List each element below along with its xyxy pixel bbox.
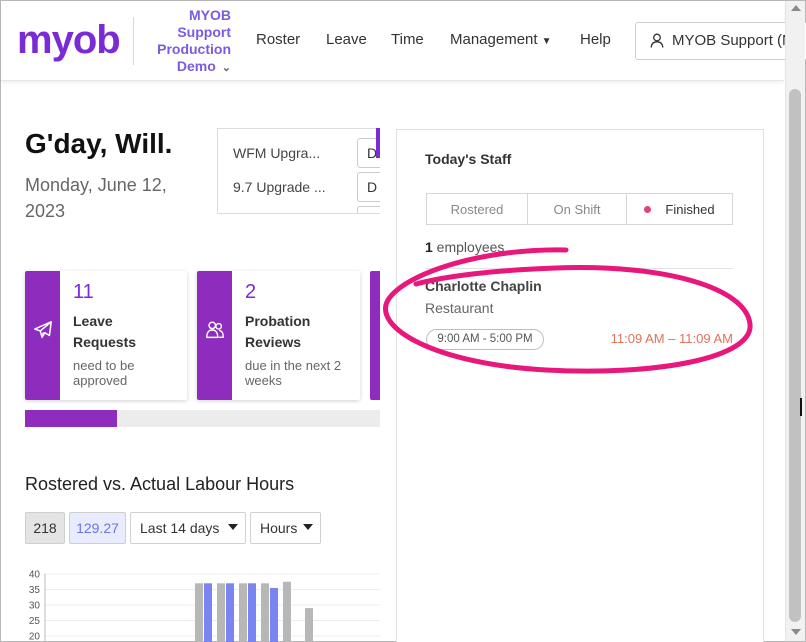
rostered-bar[interactable]: [195, 583, 203, 642]
notice-button[interactable]: [357, 206, 380, 213]
airplane-icon: [34, 321, 52, 339]
org-selector[interactable]: MYOB Support Production Demo ⌄: [141, 7, 231, 77]
notice-button[interactable]: D: [357, 172, 380, 202]
tile-subtitle: due in the next 2 weeks: [245, 358, 342, 388]
tile-side-bar: [197, 271, 232, 400]
user-menu-button[interactable]: MYOB Support (M: [635, 22, 806, 60]
user-label: MYOB Support (M: [672, 32, 795, 49]
nav-roster[interactable]: Roster: [256, 31, 300, 48]
labour-chart-title: Rostered vs. Actual Labour Hours: [25, 474, 295, 494]
tab-finished[interactable]: Finished: [626, 193, 733, 225]
scroll-thumb[interactable]: [789, 89, 801, 622]
y-tick-label: 40: [29, 570, 41, 581]
rostered-bar[interactable]: [261, 583, 269, 642]
tiles-carousel-progress: [25, 410, 380, 427]
caret-down-icon: [228, 524, 238, 530]
notice-accent-bar: [376, 128, 380, 158]
caret-down-icon: ▼: [541, 36, 552, 47]
actual-bar[interactable]: [270, 587, 278, 642]
unit-dropdown[interactable]: Hours: [250, 512, 321, 544]
caret-down-icon: [303, 524, 313, 530]
rostered-bar[interactable]: [217, 583, 225, 642]
tile-count: 2: [245, 281, 257, 303]
probation-reviews-tile[interactable]: 2 Probation Reviews due in the next 2 we…: [197, 271, 360, 400]
mouse-cursor: [800, 398, 806, 416]
labour-hours-chart: 40 35 30 25 20: [29, 570, 380, 642]
y-tick-label: 35: [29, 585, 41, 596]
tile-title: Leave Requests: [73, 313, 137, 350]
leave-requests-tile[interactable]: 11 Leave Requests need to be approved: [25, 271, 187, 400]
page-title: G'day, Will.: [25, 128, 173, 159]
current-date: Monday, June 12, 2023: [25, 175, 167, 221]
nav-time[interactable]: Time: [391, 31, 424, 48]
nav-help[interactable]: Help: [580, 31, 611, 48]
staff-panel-title: Today's Staff: [425, 151, 512, 167]
nav-management-label: Management: [450, 31, 538, 48]
notice-text[interactable]: 9.7 Upgrade ...: [233, 179, 326, 195]
progress-fill: [25, 410, 118, 427]
tab-finished-label: Finished: [665, 202, 715, 217]
actual-bar[interactable]: [204, 583, 212, 642]
nav-management[interactable]: Management ▼: [450, 31, 551, 48]
scroll-down-arrow-icon[interactable]: [791, 629, 801, 635]
tab-on-shift[interactable]: On Shift: [527, 193, 627, 225]
actual-bar[interactable]: [226, 583, 234, 642]
org-name: MYOB Support Production Demo: [157, 7, 231, 74]
y-tick-label: 20: [29, 632, 41, 642]
user-icon: [650, 33, 664, 48]
active-dot-icon: [644, 206, 652, 213]
highlight-circle-annotation: [383, 247, 753, 374]
rostered-bar[interactable]: [305, 608, 313, 642]
scroll-up-arrow-icon[interactable]: [791, 5, 801, 11]
y-tick-label: 25: [29, 616, 41, 627]
y-tick-label: 30: [29, 601, 41, 612]
tab-rostered[interactable]: Rostered: [426, 193, 528, 225]
people-icon: [206, 321, 224, 339]
tile-side-bar: [25, 271, 60, 400]
myob-logo[interactable]: myob: [17, 15, 121, 65]
rostered-total-badge[interactable]: 218: [25, 512, 65, 544]
date-range-value: Last 14 days: [140, 520, 220, 536]
actual-bar[interactable]: [248, 583, 256, 642]
actual-total-badge[interactable]: 129.27: [69, 512, 126, 544]
notices-panel: WFM Upgra... D 9.7 Upgrade ... D: [217, 128, 380, 214]
unit-value: Hours: [260, 520, 298, 536]
top-bar: myob MYOB Support Production Demo ⌄ Roste…: [1, 1, 806, 81]
rostered-bar[interactable]: [283, 581, 291, 642]
tile-title: Probation Reviews: [245, 313, 311, 350]
chevron-down-icon: ⌄: [221, 62, 231, 74]
notice-text[interactable]: WFM Upgra...: [233, 145, 320, 161]
page-scrollbar[interactable]: [785, 1, 805, 641]
rostered-bar[interactable]: [239, 583, 247, 642]
date-range-dropdown[interactable]: Last 14 days: [130, 512, 246, 544]
logo-divider: [133, 17, 134, 65]
tile-count: 11: [73, 281, 94, 303]
tile-subtitle: need to be approved: [73, 358, 135, 388]
nav-leave[interactable]: Leave: [326, 31, 367, 48]
